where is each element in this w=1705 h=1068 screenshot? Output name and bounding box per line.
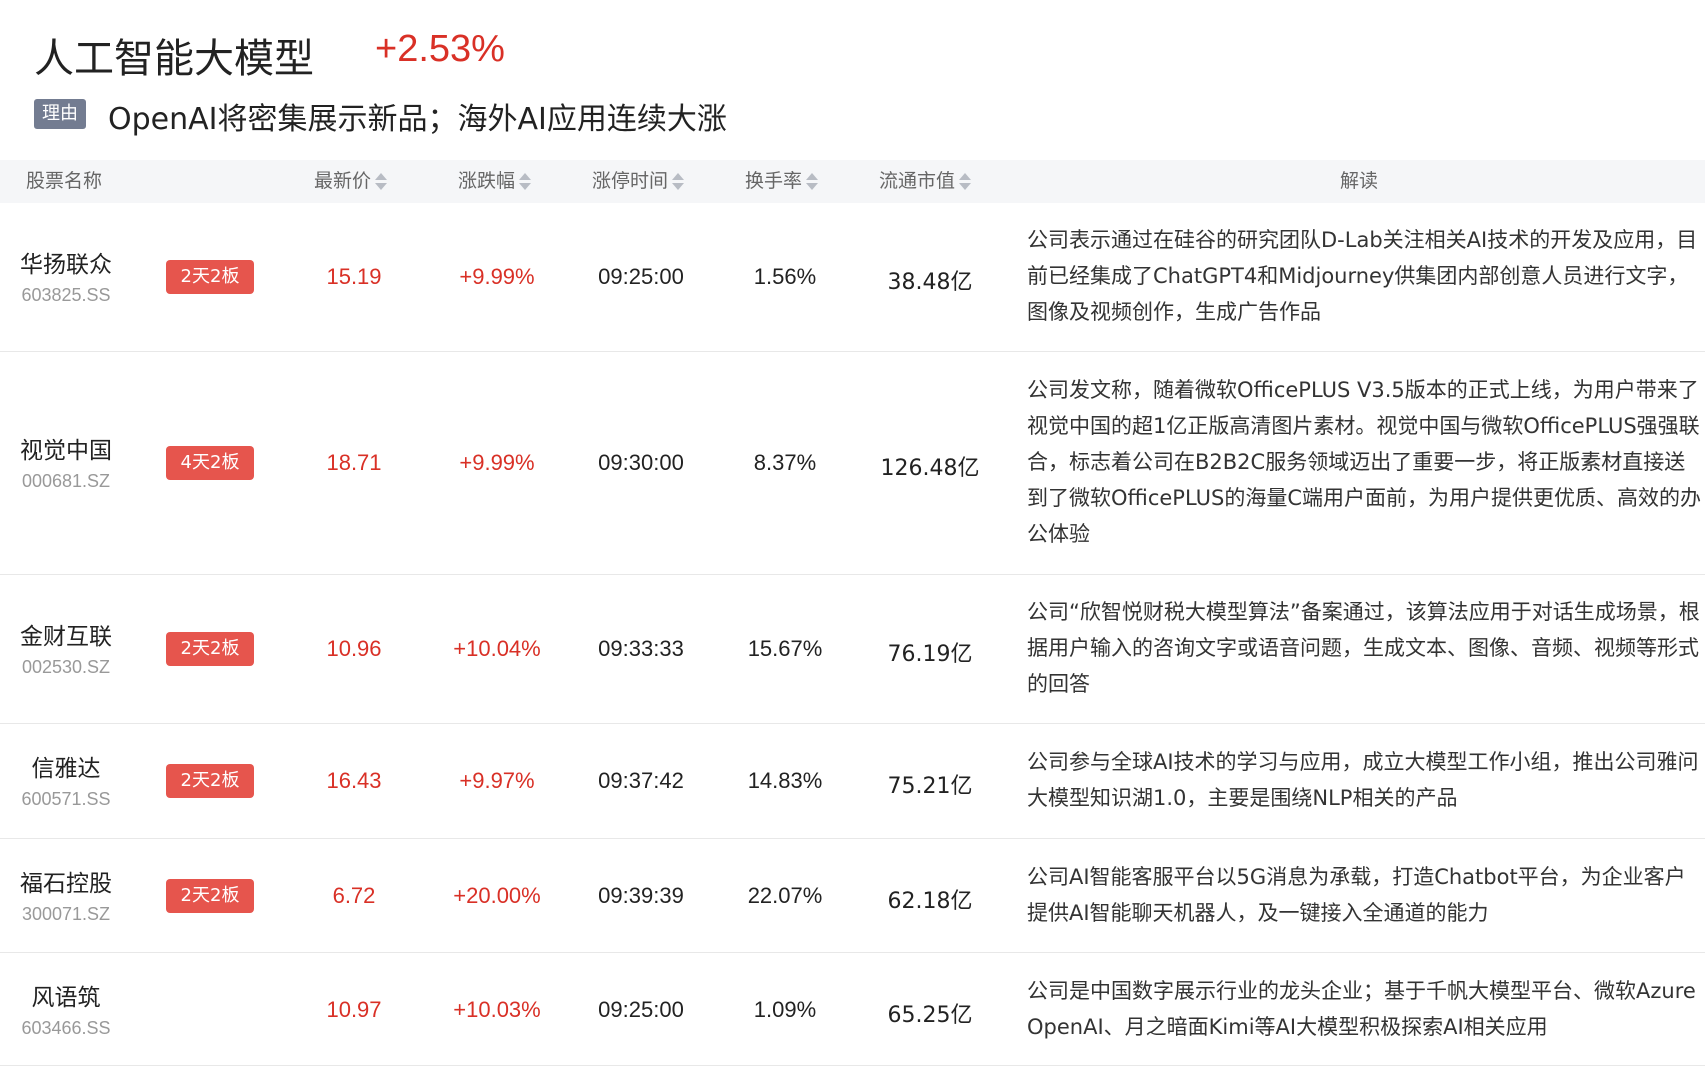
turnover-rate: 14.83% (747, 768, 823, 793)
stock-code: 300071.SZ (21, 904, 111, 924)
latest-price: 15.19 (326, 264, 382, 289)
market-cap: 76.19亿 (887, 642, 973, 667)
stock-code: 600571.SS (21, 789, 111, 809)
analysis-text: 公司表示通过在硅谷的研究团队D-Lab关注相关AI技术的开发及应用，目前已经集成… (1027, 228, 1698, 324)
latest-price: 16.43 (326, 768, 382, 793)
change-pct: +9.99% (459, 450, 535, 475)
change-pct: +10.03% (453, 997, 541, 1022)
theme-title: 人工智能大模型 (34, 36, 314, 82)
stock-code: 000681.SZ (21, 471, 111, 491)
turnover-rate: 1.09% (753, 997, 817, 1022)
turnover-rate: 1.56% (753, 264, 817, 289)
market-cap: 126.48亿 (880, 456, 980, 481)
stock-code: 603825.SS (21, 285, 111, 305)
limit-time: 09:33:33 (598, 636, 684, 661)
reason-tag: 理由 (34, 99, 86, 129)
sort-icon (374, 172, 388, 192)
analysis-text: 公司参与全球AI技术的学习与应用，成立大模型工作小组，推出公司雅问大模型知识湖1… (1027, 750, 1699, 810)
limit-badge: 2天2板 (166, 879, 254, 913)
change-pct: +9.97% (459, 768, 535, 793)
limit-time: 09:30:00 (598, 450, 684, 475)
latest-price: 6.72 (332, 883, 376, 908)
theme-change: +2.53% (375, 28, 505, 70)
change-pct: +20.00% (453, 883, 541, 908)
limit-badge: 2天2板 (166, 764, 254, 798)
change-pct: +9.99% (459, 264, 535, 289)
theme-header: 人工智能大模型 +2.53% 理由 OpenAI将密集展示新品；海外AI应用连续… (0, 0, 1705, 160)
table-row[interactable]: 金财互联 002530.SZ 2天2板 10.96 +10.04% 09:33:… (0, 575, 1705, 724)
table-row[interactable]: 华扬联众 603825.SS 2天2板 15.19 +9.99% 09:25:0… (0, 203, 1705, 352)
sort-icon (805, 172, 819, 192)
sort-icon (671, 172, 685, 192)
col-change[interactable]: 涨跌幅 (458, 160, 532, 203)
turnover-rate: 22.07% (747, 883, 823, 908)
limit-badge: 2天2板 (166, 632, 254, 666)
turnover-rate: 15.67% (747, 636, 823, 661)
col-price[interactable]: 最新价 (314, 160, 388, 203)
table-row[interactable]: 福石控股 300071.SZ 2天2板 6.72 +20.00% 09:39:3… (0, 839, 1705, 953)
col-name: 股票名称 (26, 170, 103, 192)
latest-price: 18.71 (326, 450, 382, 475)
analysis-text: 公司发文称，随着微软OfficePLUS V3.5版本的正式上线，为用户带来了视… (1027, 378, 1701, 546)
market-cap: 65.25亿 (887, 1003, 973, 1028)
col-market-cap[interactable]: 流通市值 (879, 160, 972, 203)
stock-code: 002530.SZ (21, 657, 111, 677)
col-analysis: 解读 (1340, 170, 1379, 192)
limit-time: 09:25:00 (598, 264, 684, 289)
latest-price: 10.96 (326, 636, 382, 661)
stock-code: 603466.SS (21, 1018, 111, 1038)
sort-icon (518, 172, 532, 192)
limit-badge: 4天2板 (166, 446, 254, 480)
stock-name[interactable]: 风语筑 (0, 978, 132, 1012)
limit-time: 09:39:39 (598, 883, 684, 908)
stock-name[interactable]: 华扬联众 (0, 245, 132, 279)
table-row[interactable]: 信雅达 600571.SS 2天2板 16.43 +9.97% 09:37:42… (0, 724, 1705, 839)
sort-icon (958, 172, 972, 192)
change-pct: +10.04% (453, 636, 541, 661)
col-turnover[interactable]: 换手率 (745, 160, 819, 203)
limit-time: 09:37:42 (598, 768, 684, 793)
limit-badge: 2天2板 (166, 260, 254, 294)
limit-time: 09:25:00 (598, 997, 684, 1022)
turnover-rate: 8.37% (753, 450, 817, 475)
stock-name[interactable]: 视觉中国 (0, 431, 132, 465)
table-header: 股票名称 最新价 涨跌幅 涨停时间 换手率 流通市值 解读 (0, 160, 1705, 203)
analysis-text: 公司“欣智悦财税大模型算法”备案通过，该算法应用于对话生成场景，根据用户输入的咨… (1027, 600, 1700, 696)
stock-name[interactable]: 福石控股 (0, 864, 132, 898)
market-cap: 38.48亿 (887, 270, 973, 295)
table-row[interactable]: 视觉中国 000681.SZ 4天2板 18.71 +9.99% 09:30:0… (0, 352, 1705, 575)
analysis-text: 公司AI智能客服平台以5G消息为承载，打造Chatbot平台，为企业客户提供AI… (1027, 865, 1686, 925)
stock-name[interactable]: 信雅达 (0, 749, 132, 783)
table-row[interactable]: 风语筑 603466.SS 10.97 +10.03% 09:25:00 1.0… (0, 953, 1705, 1066)
col-limit-time[interactable]: 涨停时间 (592, 160, 685, 203)
reason-text: OpenAI将密集展示新品；海外AI应用连续大涨 (108, 102, 727, 137)
stock-name[interactable]: 金财互联 (0, 617, 132, 651)
market-cap: 62.18亿 (887, 889, 973, 914)
latest-price: 10.97 (326, 997, 382, 1022)
analysis-text: 公司是中国数字展示行业的龙头企业；基于千帆大模型平台、微软Azure OpenA… (1027, 979, 1696, 1039)
market-cap: 75.21亿 (887, 774, 973, 799)
